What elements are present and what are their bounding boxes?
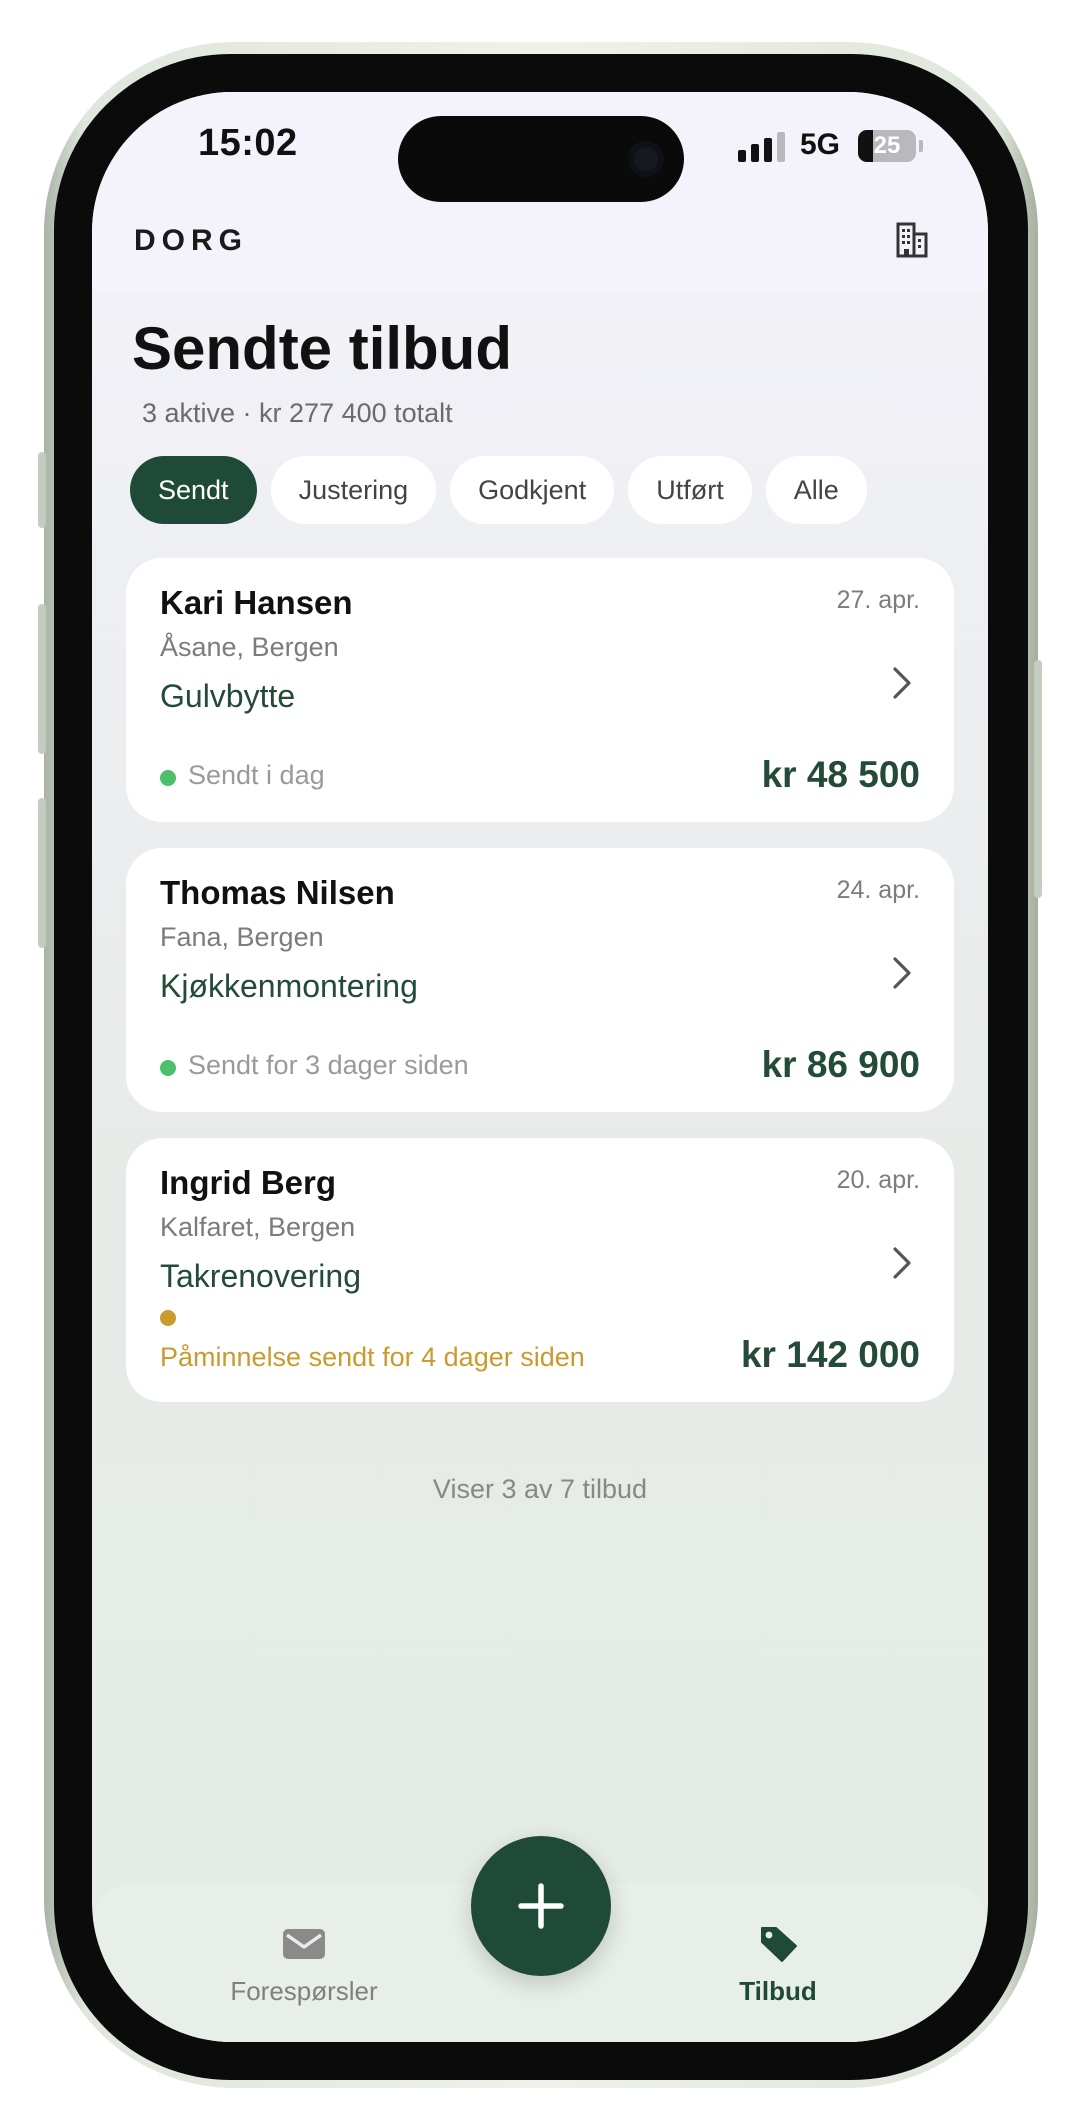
offer-job: Takrenovering (160, 1258, 361, 1294)
filter-chip-godkjent[interactable]: Godkjent (450, 456, 615, 524)
brand-logo: DORG (134, 224, 248, 257)
status-dot (160, 1310, 176, 1326)
offer-date: 24. apr. (836, 876, 920, 904)
status-dot (160, 770, 176, 786)
offer-customer-name: Thomas Nilsen (160, 874, 395, 911)
offer-location: Fana, Bergen (160, 922, 324, 952)
offer-job: Gulvbytte (160, 678, 296, 714)
page-subtitle: 3 aktive · kr 277 400 totalt (142, 398, 453, 428)
tab-tilbud[interactable]: Tilbud (678, 1924, 878, 2007)
filter-chip-justering[interactable]: Justering (270, 456, 437, 524)
signal-icon (738, 132, 785, 162)
plus-icon (518, 1883, 564, 1929)
offer-amount: kr 86 900 (761, 1044, 920, 1085)
offer-date: 20. apr. (836, 1166, 920, 1194)
battery-icon: 25 (858, 130, 916, 162)
network-type: 5G (800, 128, 841, 161)
building-icon[interactable] (892, 220, 932, 260)
tab-foresporsler[interactable]: Forespørsler (204, 1924, 404, 2007)
power-button (1034, 660, 1042, 898)
volume-up-button (38, 604, 46, 754)
offer-location: Åsane, Bergen (160, 632, 339, 662)
offer-amount: kr 142 000 (740, 1334, 920, 1375)
offer-job: Kjøkkenmontering (160, 968, 418, 1004)
new-offer-button[interactable] (471, 1836, 611, 1976)
offer-customer-name: Kari Hansen (160, 584, 353, 621)
offer-card[interactable]: Ingrid Berg 20. apr. Kalfaret, Bergen Ta… (126, 1138, 954, 1402)
offer-status: Påminnelse sendt for 4 dager siden (160, 1342, 585, 1372)
chevron-right-icon (893, 957, 911, 989)
chevron-right-icon (893, 1247, 911, 1279)
filter-chip-alle[interactable]: Alle (765, 456, 867, 524)
chevron-right-icon (893, 667, 911, 699)
tag-icon (761, 1927, 797, 1962)
offer-card[interactable]: Kari Hansen 27. apr. Åsane, Bergen Gulvb… (126, 558, 954, 822)
list-count-note: Viser 3 av 7 tilbud (432, 1474, 648, 1504)
action-button (38, 452, 46, 528)
envelope-icon (283, 1929, 325, 1959)
camera (628, 141, 664, 177)
filter-chip-sendt[interactable]: Sendt (130, 456, 257, 524)
status-dot (160, 1060, 176, 1076)
offer-status: Sendt i dag (188, 760, 325, 790)
filter-chip-utfort[interactable]: Utført (628, 456, 752, 524)
offer-status: Sendt for 3 dager siden (188, 1050, 469, 1080)
battery-tip (919, 140, 923, 152)
offer-amount: kr 48 500 (761, 754, 920, 795)
tab-label: Tilbud (739, 1976, 817, 2006)
battery-level: 25 (873, 132, 901, 159)
offer-card[interactable]: Thomas Nilsen 24. apr. Fana, Bergen Kjøk… (126, 848, 954, 1112)
filter-chips: Sendt Justering Godkjent Utført Alle (130, 456, 867, 524)
offer-location: Kalfaret, Bergen (160, 1212, 356, 1242)
tab-label: Forespørsler (230, 1976, 378, 2006)
offer-customer-name: Ingrid Berg (160, 1164, 337, 1201)
offer-date: 27. apr. (836, 586, 920, 614)
page-title: Sendte tilbud (132, 315, 512, 382)
volume-down-button (38, 798, 46, 948)
status-time: 15:02 (198, 122, 298, 164)
app-screen: 15:02 5G 25 DORG Sendte tilbud 3 aktive … (92, 92, 988, 2042)
